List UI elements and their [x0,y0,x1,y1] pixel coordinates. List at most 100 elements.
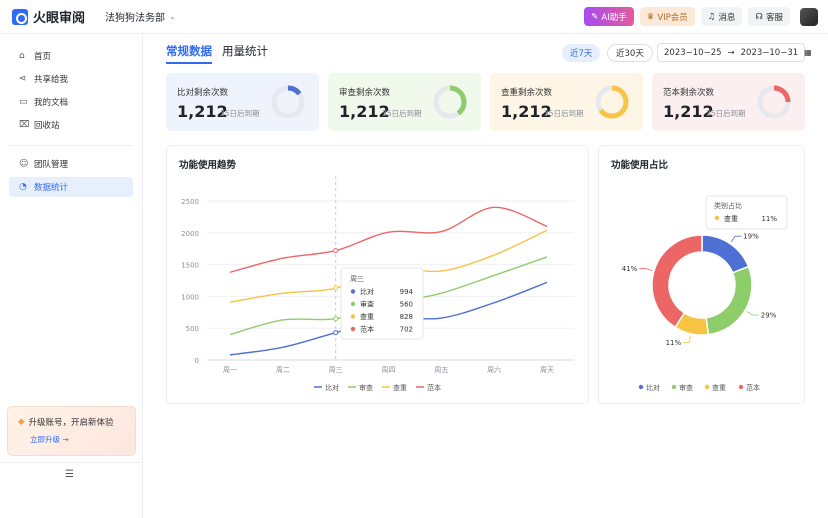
upgrade-title: 升级账号，开启新体验 [28,418,114,428]
stat-progress-ring [433,85,467,119]
x-tick-label: 周六 [487,365,501,374]
donut-slice-比对 [701,234,750,274]
legend-swatch [671,384,677,390]
slice-percent-label: 41% [622,265,638,273]
calendar-icon: ▦ [804,48,812,57]
legend-label: 查重 [712,383,726,392]
bell-icon: ♫ [707,11,716,22]
vip-label: VIP会员 [657,12,688,23]
x-tick-label: 周五 [434,366,448,374]
y-tick-label: 500 [186,325,199,333]
tooltip-title: 类别占比 [714,201,742,210]
stats-tabs: 常规数据 用量统计 [166,43,268,64]
series-point-查重 [333,285,339,291]
slice-leader-line [730,235,742,243]
series-line-范本 [229,206,548,273]
sidebar-item-label: 我的文档 [34,98,69,108]
sidebar-item-stats[interactable]: ◔ 数据统计 [9,177,133,197]
slice-percent-label: 19% [743,233,759,241]
trend-line-chart: 05001000150020002500周一 周二 周三 周四 周五 周六 周天周三比对 99… [181,176,574,392]
stat-card-label: 范本剩余次数 [663,88,715,98]
tooltip-series-name: 查重 [360,312,374,321]
series-point-审查 [333,316,339,322]
stat-card-expiry: 35日后到期 [706,109,746,118]
x-tick-label: 周三 [329,366,343,374]
sidebar-item-label: 共享给我 [34,75,69,85]
tab-general[interactable]: 常规数据 [166,43,212,64]
legend-swatch [638,384,644,390]
stat-progress-ring [595,85,629,119]
upgrade-banner[interactable]: ◆ 升级账号，开启新体验 立即升级 → [7,406,136,456]
stat-card-label: 审查剩余次数 [339,88,391,98]
y-tick-label: 2500 [181,198,199,206]
sidebar-item-label: 首页 [34,52,52,62]
y-tick-label: 0 [195,357,199,365]
customer-service-button[interactable]: ☊ 客服 [748,7,790,26]
stat-card: 查重剩余次数 1,212 35日后到期 [490,73,643,131]
tooltip-series-value: 702 [400,326,413,334]
tooltip-series-value: 828 [400,313,413,321]
sidebar-item-team[interactable]: ☺ 团队管理 [9,154,133,174]
tab-usage[interactable]: 用量统计 [222,43,268,64]
stat-card: 比对剩余次数 1,212 35日后到期 [166,73,319,131]
sidebar-item-trash[interactable]: ⌧ 回收站 [9,115,133,135]
share-donut-chart: 19%29%11%41%类别占比查重 11%比对 审查 查重 范本 [622,195,788,392]
magic-wand-icon: ✎ [591,11,599,22]
org-switcher[interactable]: 法狗狗法务部 ⌄ [105,9,176,24]
series-point-比对 [333,330,339,336]
team-icon: ☺ [19,158,29,169]
tooltip-series-name: 审查 [360,300,374,309]
slice-leader-line [746,311,759,316]
stat-card-expiry: 35日后到期 [382,109,422,118]
tooltip-box [705,195,788,230]
stat-card-expiry: 35日后到期 [544,109,584,118]
x-tick-label: 周一 [223,366,237,374]
tooltip-series-value: 994 [400,288,414,296]
legend-label: 查重 [393,383,407,392]
sidebar-item-my-docs[interactable]: ▭ 我的文档 [9,92,133,112]
app-name: 火眼审阅 [33,11,86,26]
x-tick-label: 周四 [382,366,396,374]
ai-assistant-button[interactable]: ✎ AI助手 [584,7,634,26]
stat-card: 范本剩余次数 1,212 35日后到期 [652,73,805,131]
tooltip-marker [714,215,720,221]
share-tooltip: 类别占比查重 11% [705,195,788,230]
trend-tooltip: 周三比对 994 审查 560 查重 828 范本 702 [340,267,424,340]
sidebar-item-label: 数据统计 [34,183,69,193]
sidebar-item-home[interactable]: ⌂ 首页 [9,46,133,66]
folder-icon: ▭ [19,96,28,107]
stat-card-expiry: 35日后到期 [220,109,260,118]
share-icon: ⋖ [19,73,27,84]
y-tick-label: 2000 [181,230,199,238]
legend-swatch [738,384,744,390]
stat-card-label: 查重剩余次数 [501,88,553,98]
trend-panel: 功能使用趋势 0 500 1000 1500 2000 2500 周一 周二 周三 周四 周五 周六周… [166,145,589,404]
sidebar-item-shared[interactable]: ⋖ 共享给我 [9,69,133,89]
tooltip-marker [350,314,356,319]
tooltip-marker [350,289,356,294]
date-range-picker[interactable]: 2023−10−25 → 2023−10−31 ▦ [657,43,812,62]
vip-button[interactable]: ♛ VIP会员 [639,7,695,26]
range-7days-button[interactable]: 近7天 [562,44,601,62]
collapse-sidebar-icon[interactable]: ☰ [65,469,74,480]
pie-chart-icon: ◔ [19,181,27,192]
legend-label: 审查 [359,383,373,392]
sidebar-divider [9,145,133,146]
legend-label: 范本 [746,383,760,392]
messages-button[interactable]: ♫ 消息 [700,7,743,26]
stat-card: 审查剩余次数 1,212 35日后到期 [328,73,481,131]
slice-percent-label: 29% [761,312,777,320]
stat-progress-ring [757,85,791,119]
upgrade-link[interactable]: 立即升级 → [30,434,135,445]
y-tick-label: 1000 [181,293,199,301]
end-date: 2023−10−31 [740,47,799,58]
donut-slice-审查 [705,265,753,336]
range-30days-button[interactable]: 近30天 [607,44,653,62]
avatar[interactable] [800,7,818,26]
org-name: 法狗狗法务部 [105,13,166,24]
customer-service-label: 客服 [765,12,783,23]
slice-leader-line [639,268,653,271]
trash-icon: ⌧ [19,119,30,130]
share-panel: 功能使用占比 19% 29% 11% 41% 类别占比 查重 11% 比对 审查 查重 范本 [598,145,805,404]
app-logo-icon [12,8,28,25]
